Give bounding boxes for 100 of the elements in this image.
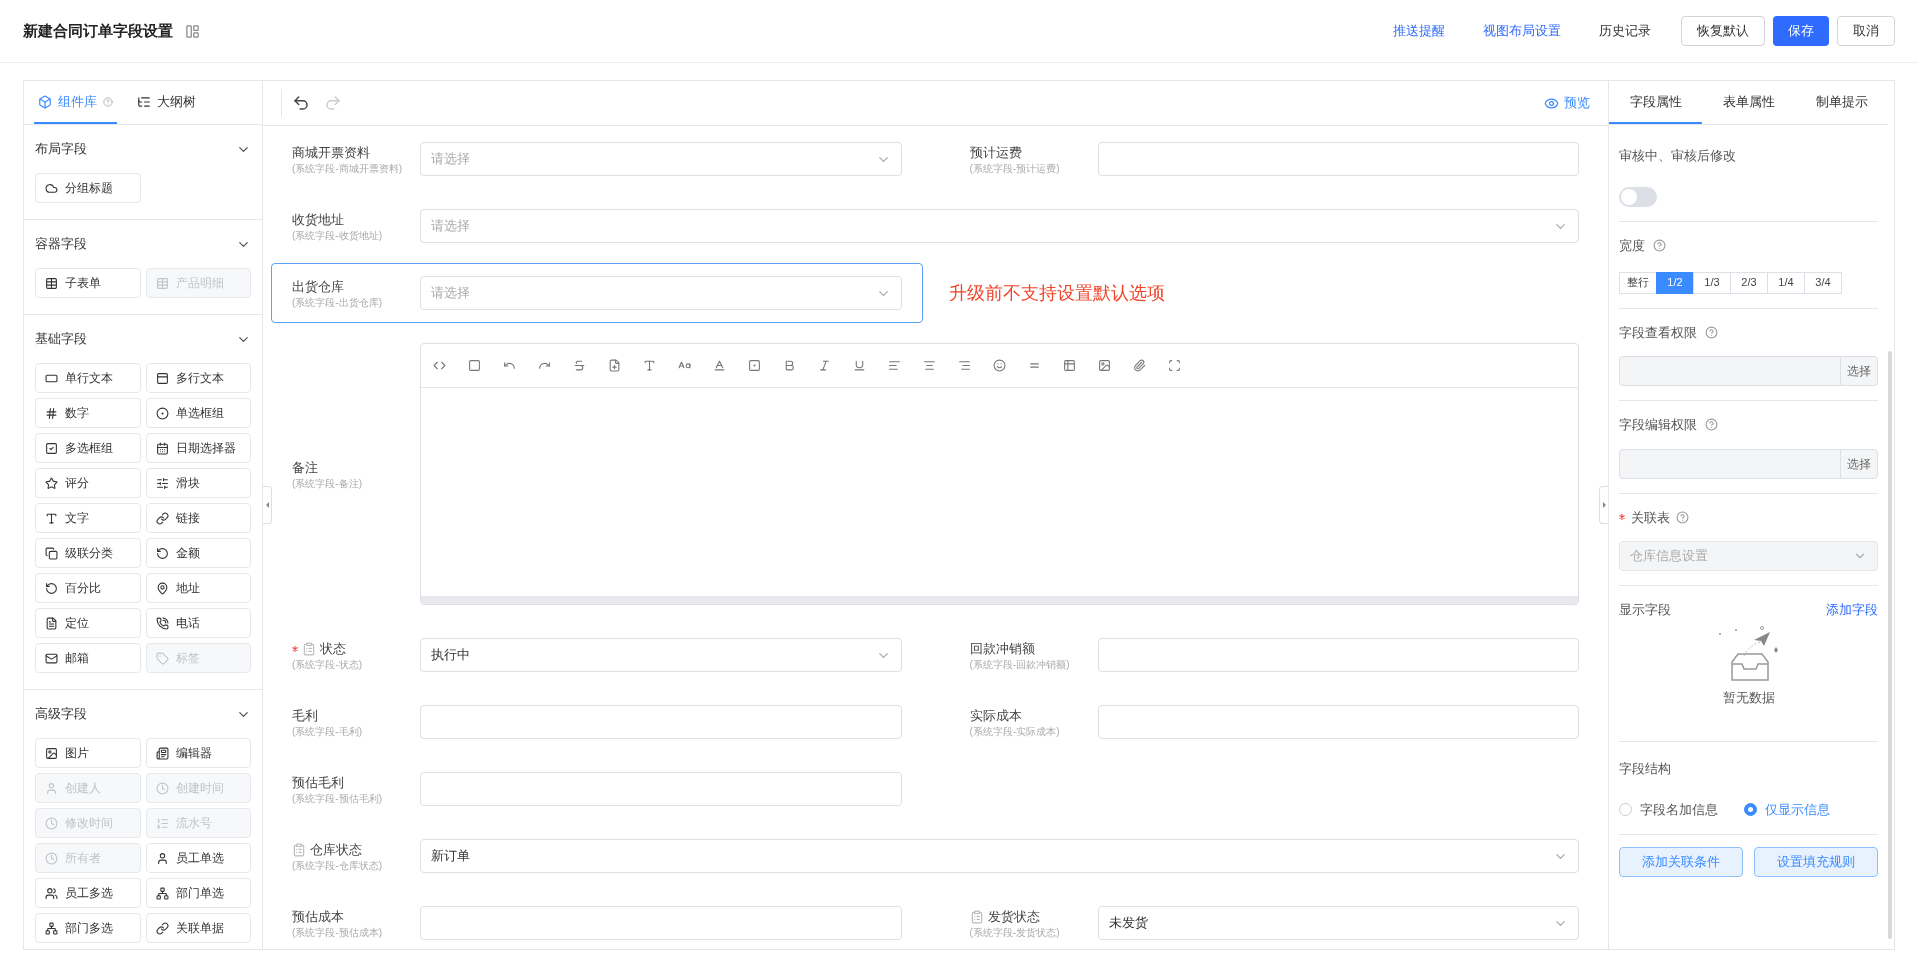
mail-icon (45, 651, 58, 665)
component-item[interactable]: 关联单据 (145, 913, 251, 943)
width-option[interactable]: 整行 (1619, 271, 1657, 294)
italic-icon[interactable] (818, 359, 831, 372)
underline-icon[interactable] (853, 359, 866, 372)
width-option[interactable]: 3/4 (1804, 271, 1842, 294)
help-icon[interactable] (1705, 325, 1718, 339)
component-item[interactable]: 滑块 (145, 468, 251, 498)
component-item[interactable]: 日期选择器 (145, 433, 251, 463)
field-label: 出货仓库 (292, 278, 344, 297)
add-field-link[interactable]: 添加字段 (1826, 600, 1878, 620)
help-icon[interactable] (1653, 239, 1666, 253)
editor-icon (155, 746, 169, 760)
radio-option[interactable]: 仅显示信息 (1744, 800, 1830, 820)
code-icon[interactable] (433, 359, 446, 372)
field-label: 商城开票资料 (292, 144, 370, 163)
history-link[interactable]: 历史记录 (1599, 21, 1651, 41)
input-field[interactable] (1097, 705, 1579, 739)
table-icon[interactable] (1063, 359, 1076, 372)
width-option[interactable]: 1/4 (1767, 271, 1805, 294)
component-item[interactable]: 分组标题 (35, 173, 141, 203)
users-icon (45, 886, 58, 900)
collapse-handle[interactable] (1599, 486, 1608, 524)
header-button[interactable]: 取消 (1837, 16, 1895, 46)
undo-icon[interactable] (503, 359, 516, 372)
component-item[interactable]: 级联分类 (35, 538, 141, 568)
panel-tab[interactable]: 大纲树 (133, 81, 200, 124)
fullscreen-icon[interactable] (1168, 359, 1181, 372)
component-item[interactable]: 编辑器 (145, 738, 251, 768)
redo-icon[interactable] (538, 359, 551, 372)
field-hint: (系统字段-状态) (292, 658, 363, 671)
panel-tab[interactable]: 制单提示 (1795, 81, 1888, 124)
component-item[interactable]: 单行文本 (35, 363, 141, 393)
save-button[interactable]: 保存 (1773, 16, 1829, 46)
field-hint: (系统字段-商城开票资料) (292, 162, 403, 175)
undo-icon[interactable] (292, 94, 310, 112)
field-hint: (系统字段-预计运费) (969, 162, 1061, 175)
component-item[interactable]: 部门单选 (145, 878, 251, 908)
component-item[interactable]: 员工多选 (35, 878, 141, 908)
radio-option[interactable]: 字段名加信息 (1619, 800, 1718, 820)
component-item[interactable]: 金额 (145, 538, 251, 568)
strikethrough-icon[interactable] (573, 359, 586, 372)
input-field[interactable] (1097, 638, 1579, 672)
component-item[interactable]: 多选框组 (35, 433, 141, 463)
collapse-handle[interactable] (263, 486, 272, 524)
input-field[interactable] (1097, 142, 1579, 176)
component-item[interactable]: 评分 (35, 468, 141, 498)
image-icon (45, 746, 58, 760)
component-item[interactable]: 数字 (35, 398, 141, 428)
panel-tab[interactable]: 字段属性 (1609, 81, 1702, 124)
input-field[interactable] (420, 705, 902, 739)
select-field[interactable]: 新订单 (420, 839, 1579, 873)
component-item[interactable]: 百分比 (35, 573, 141, 603)
header-link[interactable]: 推送提醒 (1393, 21, 1445, 41)
emoji-icon[interactable] (993, 359, 1006, 372)
header-link[interactable]: 视图布局设置 (1483, 21, 1561, 41)
bold-icon[interactable] (783, 359, 796, 372)
field-label: 备注 (292, 459, 318, 478)
component-item[interactable]: 定位 (35, 608, 141, 638)
align-center-icon[interactable] (923, 359, 936, 372)
toggle-switch[interactable] (1619, 187, 1657, 207)
component-item[interactable]: 单选框组 (145, 398, 251, 428)
header-button[interactable]: 恢复默认 (1681, 16, 1765, 46)
field-label: 发货状态 (987, 908, 1040, 927)
help-icon[interactable] (1705, 418, 1718, 432)
select-field[interactable]: 执行中 (420, 638, 902, 672)
input-field[interactable] (420, 906, 902, 940)
component-item[interactable]: 链接 (145, 503, 251, 533)
circle-arrow-icon (155, 546, 169, 560)
square-icon[interactable] (468, 359, 481, 372)
help-icon[interactable] (1676, 510, 1689, 524)
align-left-icon[interactable] (888, 359, 901, 372)
width-option[interactable]: 1/3 (1693, 271, 1731, 294)
section-title: 布局字段 (35, 140, 87, 159)
attachment-icon[interactable] (1133, 359, 1146, 372)
component-item[interactable]: 子表单 (35, 268, 141, 298)
layout-icon[interactable] (185, 23, 200, 39)
component-item[interactable]: 文字 (35, 503, 141, 533)
setting-label: 关联表 (1631, 508, 1670, 527)
width-option[interactable]: 2/3 (1730, 271, 1768, 294)
field-hint: (系统字段-发货状态) (969, 926, 1061, 939)
input-field[interactable] (420, 772, 902, 806)
component-item[interactable]: 部门多选 (35, 913, 141, 943)
panel-tab[interactable]: 表单属性 (1702, 81, 1795, 124)
org-icon (155, 886, 169, 900)
file-icon[interactable] (608, 359, 621, 372)
font-color-icon[interactable] (713, 359, 726, 372)
align-right-icon[interactable] (958, 359, 971, 372)
component-item[interactable]: 员工单选 (145, 843, 251, 873)
select-field[interactable]: 未发货 (1097, 906, 1579, 940)
component-item[interactable]: 多行文本 (145, 363, 251, 393)
highlight-icon[interactable] (748, 359, 761, 372)
component-item[interactable]: 图片 (35, 738, 141, 768)
tree-icon (137, 94, 151, 109)
component-item[interactable]: 邮箱 (35, 643, 141, 673)
panel-tab[interactable]: 组件库 (34, 81, 117, 124)
text-icon[interactable] (643, 359, 656, 372)
image-icon[interactable] (1098, 359, 1111, 372)
component-item[interactable]: 地址 (145, 573, 251, 603)
component-item[interactable]: 电话 (145, 608, 251, 638)
